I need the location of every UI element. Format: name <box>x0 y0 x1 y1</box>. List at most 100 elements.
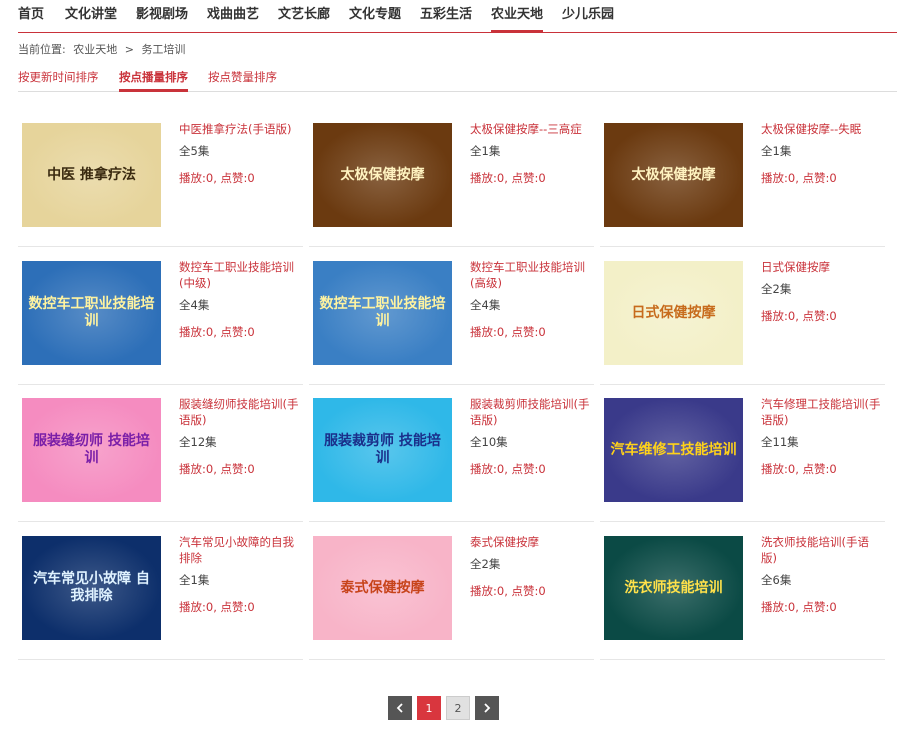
video-title[interactable]: 中医推拿疗法(手语版) <box>179 121 301 137</box>
episode-count: 全6集 <box>761 573 792 587</box>
nav-item-art-gallery[interactable]: 文艺长廊 <box>278 6 330 24</box>
nav-item-culture-lecture[interactable]: 文化讲堂 <box>65 6 117 24</box>
video-card[interactable]: 汽车常见小故障 自我排除 汽车常见小故障的自我排除全1集播放:0, 点赞:0 <box>18 523 303 660</box>
nav-item-home[interactable]: 首页 <box>18 6 44 24</box>
video-meta: 太极保健按摩--失眠 全1集播放:0, 点赞:0 <box>761 121 883 186</box>
video-thumbnail[interactable]: 数控车工职业技能培训 <box>313 261 452 365</box>
thumbnail-caption: 服装裁剪师 技能培训 <box>324 433 441 466</box>
video-title[interactable]: 服装裁剪师技能培训(手语版) <box>470 396 592 428</box>
thumbnail-caption: 太极保健按摩 <box>631 166 716 183</box>
breadcrumb: 当前位置: 农业天地 > 务工培训 <box>18 41 189 57</box>
play-like-stats: 播放:0, 点赞:0 <box>470 325 546 339</box>
video-thumbnail[interactable]: 服装缝纫师 技能培训 <box>22 398 161 502</box>
video-thumbnail[interactable]: 汽车常见小故障 自我排除 <box>22 536 161 640</box>
video-title[interactable]: 汽车修理工技能培训(手语版) <box>761 396 883 428</box>
breadcrumb-link-agriculture[interactable]: 农业天地 <box>73 43 117 56</box>
video-card[interactable]: 中医 推拿疗法 中医推拿疗法(手语版) 全5集 播放:0, 点赞:0 <box>18 110 303 247</box>
video-meta: 汽车常见小故障的自我排除全1集播放:0, 点赞:0 <box>179 534 301 615</box>
video-title[interactable]: 汽车常见小故障的自我排除 <box>179 534 301 566</box>
play-like-stats: 播放:0, 点赞:0 <box>761 309 837 323</box>
sort-by-play-count[interactable]: 按点播量排序 <box>119 69 188 92</box>
video-title[interactable]: 数控车工职业技能培训(中级) <box>179 259 301 291</box>
play-like-stats: 播放:0, 点赞:0 <box>470 584 546 598</box>
video-thumbnail[interactable]: 泰式保健按摩 <box>313 536 452 640</box>
nav-item-opera[interactable]: 戏曲曲艺 <box>207 6 259 24</box>
top-navigation: 首页 文化讲堂 影视剧场 戏曲曲艺 文艺长廊 文化专题 五彩生活 农业天地 少儿… <box>18 0 897 33</box>
thumbnail-caption: 服装缝纫师 技能培训 <box>33 433 150 466</box>
video-meta: 服装裁剪师技能培训(手语版) 全10集播放:0, 点赞:0 <box>470 396 592 477</box>
video-card[interactable]: 服装缝纫师 技能培训 服装缝纫师技能培训(手语版) 全12集播放:0, 点赞:0 <box>18 385 303 522</box>
video-card[interactable]: 数控车工职业技能培训 数控车工职业技能培训(中级) 全4集 播放:0, 点赞:0 <box>18 248 303 385</box>
video-card[interactable]: 洗衣师技能培训 洗衣师技能培训(手语版) 全6集 播放:0, 点赞:0 <box>600 523 885 660</box>
thumbnail-caption: 汽车维修工技能培训 <box>610 441 737 458</box>
video-thumbnail[interactable]: 汽车维修工技能培训 <box>604 398 743 502</box>
breadcrumb-separator: > <box>124 43 134 56</box>
video-meta: 汽车修理工技能培训(手语版) 全11集 播放:0, 点赞:0 <box>761 396 883 477</box>
thumbnail-caption: 中医 推拿疗法 <box>47 166 136 183</box>
breadcrumb-current: 务工培训 <box>141 43 186 56</box>
episode-count: 全1集 <box>179 573 210 587</box>
video-meta: 数控车工职业技能培训(高级) 全4集 播放:0, 点赞:0 <box>470 259 592 340</box>
sort-tabs: 按更新时间排序 按点播量排序 按点赞量排序 <box>18 64 897 92</box>
next-page-button[interactable] <box>475 696 499 720</box>
video-card[interactable]: 服装裁剪师 技能培训 服装裁剪师技能培训(手语版) 全10集播放:0, 点赞:0 <box>309 385 594 522</box>
video-title[interactable]: 泰式保健按摩 <box>470 534 592 550</box>
nav-item-culture-special[interactable]: 文化专题 <box>349 6 401 24</box>
chevron-left-icon <box>396 703 403 713</box>
play-like-stats: 播放:0, 点赞:0 <box>179 462 255 476</box>
page-2-button[interactable]: 2 <box>446 696 470 720</box>
video-thumbnail[interactable]: 服装裁剪师 技能培训 <box>313 398 452 502</box>
video-meta: 日式保健按摩 全2集播放:0, 点赞:0 <box>761 259 883 324</box>
video-thumbnail[interactable]: 太极保健按摩 <box>313 123 452 227</box>
thumbnail-caption: 洗衣师技能培训 <box>624 579 723 596</box>
play-like-stats: 播放:0, 点赞:0 <box>179 600 255 614</box>
video-card[interactable]: 汽车维修工技能培训 汽车修理工技能培训(手语版) 全11集 播放:0, 点赞:0 <box>600 385 885 522</box>
video-meta: 中医推拿疗法(手语版) 全5集 播放:0, 点赞:0 <box>179 121 301 186</box>
nav-item-film-theater[interactable]: 影视剧场 <box>136 6 188 24</box>
video-card[interactable]: 日式保健按摩 日式保健按摩 全2集 播放:0, 点赞:0 <box>600 248 885 385</box>
video-thumbnail[interactable]: 日式保健按摩 <box>604 261 743 365</box>
episode-count: 全1集 <box>761 144 792 158</box>
episode-count: 全10集 <box>470 435 508 449</box>
video-thumbnail[interactable]: 数控车工职业技能培训 <box>22 261 161 365</box>
play-like-stats: 播放:0, 点赞:0 <box>179 325 255 339</box>
chevron-right-icon <box>484 703 491 713</box>
sort-by-like-count[interactable]: 按点赞量排序 <box>208 69 277 85</box>
video-title[interactable]: 日式保健按摩 <box>761 259 883 275</box>
video-title[interactable]: 数控车工职业技能培训(高级) <box>470 259 592 291</box>
video-meta: 太极保健按摩--三高症 全1集播放:0, 点赞:0 <box>470 121 592 186</box>
video-card[interactable]: 数控车工职业技能培训 数控车工职业技能培训(高级) 全4集 播放:0, 点赞:0 <box>309 248 594 385</box>
play-like-stats: 播放:0, 点赞:0 <box>470 462 546 476</box>
play-like-stats: 播放:0, 点赞:0 <box>761 462 837 476</box>
video-card[interactable]: 太极保健按摩 太极保健按摩--失眠 全1集播放:0, 点赞:0 <box>600 110 885 247</box>
thumbnail-caption: 日式保健按摩 <box>631 304 716 321</box>
video-meta: 泰式保健按摩 全2集播放:0, 点赞:0 <box>470 534 592 599</box>
thumbnail-caption: 泰式保健按摩 <box>340 579 425 596</box>
episode-count: 全1集 <box>470 144 501 158</box>
video-meta: 数控车工职业技能培训(中级) 全4集 播放:0, 点赞:0 <box>179 259 301 340</box>
play-like-stats: 播放:0, 点赞:0 <box>761 171 837 185</box>
nav-item-colorful-life[interactable]: 五彩生活 <box>420 6 472 24</box>
video-title[interactable]: 服装缝纫师技能培训(手语版) <box>179 396 301 428</box>
video-meta: 洗衣师技能培训(手语版) 全6集 播放:0, 点赞:0 <box>761 534 883 615</box>
page-1-button[interactable]: 1 <box>417 696 441 720</box>
episode-count: 全2集 <box>470 557 501 571</box>
video-thumbnail[interactable]: 太极保健按摩 <box>604 123 743 227</box>
video-thumbnail[interactable]: 中医 推拿疗法 <box>22 123 161 227</box>
play-like-stats: 播放:0, 点赞:0 <box>470 171 546 185</box>
nav-item-kids-park[interactable]: 少儿乐园 <box>562 6 614 24</box>
thumbnail-caption: 太极保健按摩 <box>340 166 425 183</box>
video-title[interactable]: 太极保健按摩--失眠 <box>761 121 883 137</box>
sort-by-update-time[interactable]: 按更新时间排序 <box>18 69 99 85</box>
video-card[interactable]: 泰式保健按摩 泰式保健按摩 全2集 播放:0, 点赞:0 <box>309 523 594 660</box>
episode-count: 全5集 <box>179 144 210 158</box>
video-thumbnail[interactable]: 洗衣师技能培训 <box>604 536 743 640</box>
episode-count: 全2集 <box>761 282 792 296</box>
episode-count: 全12集 <box>179 435 217 449</box>
video-title[interactable]: 太极保健按摩--三高症 <box>470 121 592 137</box>
prev-page-button[interactable] <box>388 696 412 720</box>
nav-item-agriculture[interactable]: 农业天地 <box>491 6 544 32</box>
video-card[interactable]: 太极保健按摩 太极保健按摩--三高症 全1集播放:0, 点赞:0 <box>309 110 594 247</box>
video-title[interactable]: 洗衣师技能培训(手语版) <box>761 534 883 566</box>
video-meta: 服装缝纫师技能培训(手语版) 全12集播放:0, 点赞:0 <box>179 396 301 477</box>
